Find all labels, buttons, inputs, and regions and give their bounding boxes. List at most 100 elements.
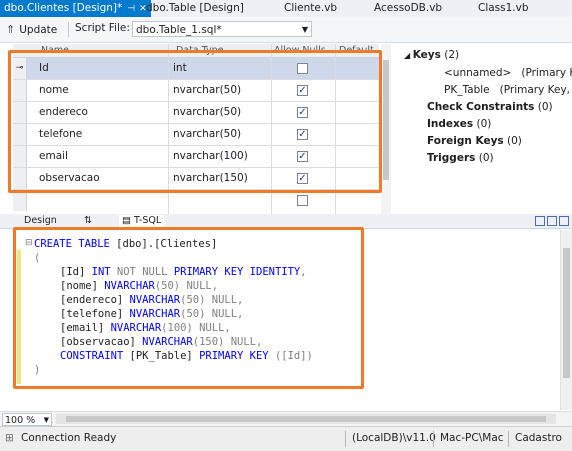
key-name: PK_Table: [444, 84, 490, 96]
column-name-cell[interactable]: observacao: [39, 168, 100, 189]
collapse-icon[interactable]: ⊟: [25, 238, 33, 248]
data-type-cell[interactable]: nvarchar(150): [173, 168, 248, 189]
update-label: Update: [19, 24, 58, 36]
column-header-name[interactable]: Name: [41, 44, 69, 57]
table-row[interactable]: nome nvarchar(50) ✓: [13, 80, 379, 102]
fk-label: Foreign Keys: [427, 135, 504, 147]
triggers-node[interactable]: Triggers (0): [427, 152, 494, 164]
scrollbar-thumb[interactable]: [66, 416, 546, 422]
allow-nulls-checkbox[interactable]: ✓: [297, 151, 308, 162]
code-line: [email] NVARCHAR(100) NULL,: [60, 322, 231, 334]
script-file-select[interactable]: dbo.Table_1.sql* ▼: [132, 21, 312, 37]
tab-cliente-vb[interactable]: Cliente.vb: [280, 0, 341, 17]
code-line: (: [34, 252, 41, 264]
check-label: Check Constraints: [427, 101, 535, 113]
swap-panes-icon[interactable]: ⇅: [84, 215, 92, 227]
scrollbar-thumb[interactable]: [563, 248, 570, 378]
column-name-cell[interactable]: telefone: [39, 124, 82, 145]
script-file-value: dbo.Table_1.sql*: [136, 24, 222, 36]
upload-arrow-icon: ⇑: [6, 23, 16, 36]
check-constraints-node[interactable]: Check Constraints (0): [427, 101, 553, 113]
new-row[interactable]: [13, 190, 379, 211]
table-row[interactable]: endereco nvarchar(50) ✓: [13, 102, 379, 124]
row-header[interactable]: [13, 80, 27, 101]
tsql-pane-tab[interactable]: ▤ T-SQL: [119, 215, 165, 227]
data-type-cell[interactable]: nvarchar(50): [173, 124, 241, 145]
grid-divider: [335, 44, 336, 214]
row-header[interactable]: [13, 102, 27, 123]
script-file-label: Script File:: [75, 22, 130, 34]
split-horizontal-icon[interactable]: [535, 216, 545, 226]
column-name-cell[interactable]: email: [39, 146, 68, 167]
row-header[interactable]: [13, 190, 27, 211]
column-header-data-type[interactable]: Data Type: [176, 44, 224, 57]
split-vertical-icon[interactable]: [547, 216, 557, 226]
column-name-cell[interactable]: Id: [39, 58, 49, 79]
tab-acessodb-vb[interactable]: AcessoDB.vb: [370, 0, 446, 17]
zoom-bar: 100 % ▼: [0, 411, 572, 427]
table-row[interactable]: ⊸ Id int: [13, 58, 379, 80]
keys-count: (2): [444, 49, 460, 61]
changed-lines-marker: [17, 250, 21, 384]
update-button[interactable]: ⇑ Update: [6, 21, 57, 38]
code-line: [nome] NVARCHAR(50) NULL,: [60, 280, 219, 292]
foreign-keys-node[interactable]: Foreign Keys (0): [427, 135, 522, 147]
tab-class1-vb[interactable]: Class1.vb: [474, 0, 533, 17]
horizontal-scrollbar[interactable]: [56, 414, 556, 424]
zoom-select[interactable]: 100 % ▼: [2, 413, 52, 426]
column-grid: Name Data Type Allow Nulls Default ⊸ Id …: [13, 44, 379, 214]
design-pane-tab[interactable]: Design: [24, 215, 57, 227]
column-name-cell[interactable]: endereco: [39, 102, 88, 123]
allow-nulls-checkbox[interactable]: ✓: [297, 173, 308, 184]
key-desc: (Primary Key, Cl: [499, 84, 572, 96]
key-item[interactable]: PK_Table (Primary Key, Cl: [444, 84, 572, 96]
tab-label: AcessoDB.vb: [374, 2, 443, 14]
pane-tab-strip: Design ⇅ ▤ T-SQL: [0, 214, 572, 229]
grid-header: Name Data Type Allow Nulls Default: [13, 44, 379, 58]
key-item[interactable]: <unnamed> (Primary Key: [444, 67, 572, 79]
server-name: (LocalDB)\v11.0: [352, 432, 436, 444]
table-row[interactable]: observacao nvarchar(150) ✓: [13, 168, 379, 190]
status-separator: [433, 431, 434, 447]
allow-nulls-checkbox[interactable]: [297, 63, 308, 74]
code-line: CREATE TABLE [dbo].[Clientes]: [34, 238, 218, 250]
triggers-label: Triggers: [427, 152, 476, 164]
expand-triangle-icon[interactable]: ◢: [404, 51, 413, 60]
table-row[interactable]: email nvarchar(100) ✓: [13, 146, 379, 168]
code-line: ): [34, 364, 41, 376]
allow-nulls-checkbox[interactable]: [297, 195, 308, 206]
user-name: Mac-PC\Mac: [440, 432, 504, 444]
designer-toolbar: ⇑ Update Script File: dbo.Table_1.sql* ▼: [0, 17, 572, 43]
table-row[interactable]: telefone nvarchar(50) ✓: [13, 124, 379, 146]
tab-table-design[interactable]: dbo.Table [Design]: [142, 0, 248, 17]
data-type-cell[interactable]: nvarchar(100): [173, 146, 248, 167]
collapse-pane-icon[interactable]: [559, 216, 569, 226]
editor-scrollbar[interactable]: [560, 230, 572, 410]
column-header-allow-nulls[interactable]: Allow Nulls: [274, 44, 326, 57]
row-header[interactable]: [13, 146, 27, 167]
scrollbar-thumb[interactable]: [383, 60, 389, 180]
tab-label: Class1.vb: [478, 2, 529, 14]
allow-nulls-checkbox[interactable]: ✓: [297, 129, 308, 140]
toolbar-separator: [68, 22, 69, 37]
allow-nulls-checkbox[interactable]: ✓: [297, 85, 308, 96]
indexes-node[interactable]: Indexes (0): [427, 118, 491, 130]
code-line: [observacao] NVARCHAR(150) NULL,: [60, 336, 263, 348]
pin-icon[interactable]: ⊣: [127, 4, 135, 14]
column-name-cell[interactable]: nome: [39, 80, 69, 101]
row-header[interactable]: [13, 124, 27, 145]
code-line: [Id] INT NOT NULL PRIMARY KEY IDENTITY,: [60, 266, 307, 278]
grid-scrollbar[interactable]: [381, 44, 391, 214]
allow-nulls-checkbox[interactable]: ✓: [297, 107, 308, 118]
keys-node[interactable]: ◢ Keys (2): [404, 49, 459, 61]
keys-label: Keys: [412, 49, 441, 61]
tab-clientes-design[interactable]: dbo.Clientes [Design]* ⊣ ✕: [0, 0, 151, 17]
fk-count: (0): [507, 135, 522, 147]
data-type-cell[interactable]: int: [173, 58, 187, 79]
data-type-cell[interactable]: nvarchar(50): [173, 80, 241, 101]
check-count: (0): [537, 101, 553, 113]
status-bar: ⊞ Connection Ready (LocalDB)\v11.0 Mac-P…: [0, 426, 572, 451]
data-type-cell[interactable]: nvarchar(50): [173, 102, 241, 123]
column-header-default[interactable]: Default: [339, 44, 374, 57]
row-header[interactable]: [13, 168, 27, 189]
